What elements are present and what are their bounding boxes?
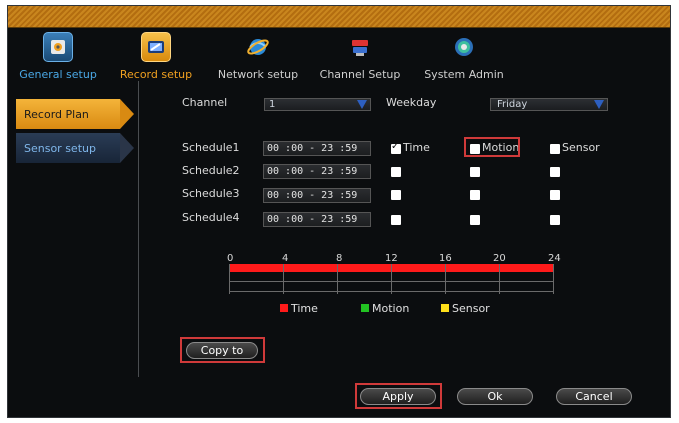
sidebar-item-label: Sensor setup — [24, 141, 96, 155]
legend-swatch — [441, 304, 449, 312]
admin-icon — [449, 32, 479, 62]
channel-label: Channel — [182, 96, 228, 109]
time-checkbox[interactable] — [391, 167, 401, 177]
tab-network-setup[interactable]: Network setup — [208, 32, 308, 81]
motion-checkbox[interactable] — [470, 215, 480, 225]
ok-button[interactable]: Ok — [457, 388, 533, 405]
timeline-hour-label: 4 — [282, 253, 289, 264]
motion-checkbox[interactable] — [470, 167, 480, 177]
sensor-checkbox[interactable] — [550, 190, 560, 200]
tab-label: System Admin — [424, 68, 504, 81]
time-checkbox[interactable] — [391, 190, 401, 200]
apply-highlight-box — [355, 383, 442, 409]
tab-label: Record setup — [119, 68, 193, 81]
tab-record-setup[interactable]: Record setup — [106, 32, 206, 81]
dropdown-arrow-icon — [594, 100, 604, 109]
motion-highlight-box — [464, 137, 520, 157]
tab-label: General setup — [19, 68, 97, 81]
schedule-time-field[interactable]: 00 :00 - 23 :59 — [263, 141, 371, 156]
time-checkbox-label: Time — [403, 141, 430, 154]
schedule-time-field[interactable]: 00 :00 - 23 :59 — [263, 188, 371, 203]
timeline-hour-label: 24 — [548, 253, 561, 264]
sidebar-item-record-plan[interactable]: Record Plan — [16, 99, 134, 129]
weekday-label: Weekday — [386, 96, 437, 109]
legend-item-sensor: Sensor — [441, 302, 490, 315]
weekday-select-value: Friday — [497, 99, 528, 110]
legend-swatch — [280, 304, 288, 312]
legend-item-time: Time — [280, 302, 318, 315]
divider — [138, 81, 139, 377]
chevron-right-icon — [120, 133, 134, 163]
legend-swatch — [361, 304, 369, 312]
timeline-tick — [499, 264, 500, 294]
sensor-checkbox[interactable] — [550, 167, 560, 177]
timeline-hour-label: 20 — [493, 253, 506, 264]
schedule-time-field[interactable]: 00 :00 - 23 :59 — [263, 212, 371, 227]
tab-label: Channel Setup — [319, 68, 401, 81]
schedule-timeline — [229, 264, 554, 294]
camera-icon — [345, 32, 375, 62]
sensor-checkbox[interactable] — [550, 144, 560, 154]
timeline-tick — [445, 264, 446, 294]
timeline-tick — [229, 264, 230, 294]
legend-label: Sensor — [452, 302, 490, 315]
sensor-checkbox-label: Sensor — [562, 141, 600, 154]
window-titlebar — [8, 6, 670, 28]
timeline-hour-label: 8 — [336, 253, 343, 264]
sidebar-item-label: Record Plan — [24, 107, 89, 121]
schedule-label: Schedule2 — [182, 164, 240, 177]
tab-label: Network setup — [217, 68, 299, 81]
timeline-tick — [337, 264, 338, 294]
tab-general-setup[interactable]: General setup — [8, 32, 108, 81]
schedule-label: Schedule1 — [182, 141, 240, 154]
timeline-hour-label: 16 — [439, 253, 452, 264]
channel-select[interactable]: 1 — [264, 98, 371, 111]
legend-label: Motion — [372, 302, 410, 315]
cancel-button[interactable]: Cancel — [556, 388, 632, 405]
chevron-right-icon — [120, 99, 134, 129]
record-icon — [141, 32, 171, 62]
timeline-tick — [283, 264, 284, 294]
globe-icon — [243, 32, 273, 62]
schedule-time-field[interactable]: 00 :00 - 23 :59 — [263, 164, 371, 179]
schedule-label: Schedule3 — [182, 187, 240, 200]
timeline-hour-label: 12 — [385, 253, 398, 264]
channel-select-value: 1 — [269, 99, 276, 110]
timeline-tick — [391, 264, 392, 294]
copy-to-highlight-box — [180, 337, 265, 363]
dropdown-arrow-icon — [357, 100, 367, 109]
record-setup-window: General setup Record setup Network setup… — [7, 5, 671, 418]
legend-label: Time — [291, 302, 318, 315]
gear-icon — [43, 32, 73, 62]
sensor-checkbox[interactable] — [550, 215, 560, 225]
time-checkbox[interactable] — [391, 215, 401, 225]
legend-item-motion: Motion — [361, 302, 409, 315]
sidebar-item-sensor-setup[interactable]: Sensor setup — [16, 133, 134, 163]
timeline-hour-label: 0 — [227, 253, 234, 264]
timeline-tick — [553, 264, 554, 294]
weekday-select[interactable]: Friday — [490, 98, 608, 111]
time-checkbox[interactable] — [391, 141, 401, 154]
motion-checkbox[interactable] — [470, 190, 480, 200]
schedule-label: Schedule4 — [182, 211, 240, 224]
tab-channel-setup[interactable]: Channel Setup — [310, 32, 410, 81]
tab-system-admin[interactable]: System Admin — [414, 32, 514, 81]
